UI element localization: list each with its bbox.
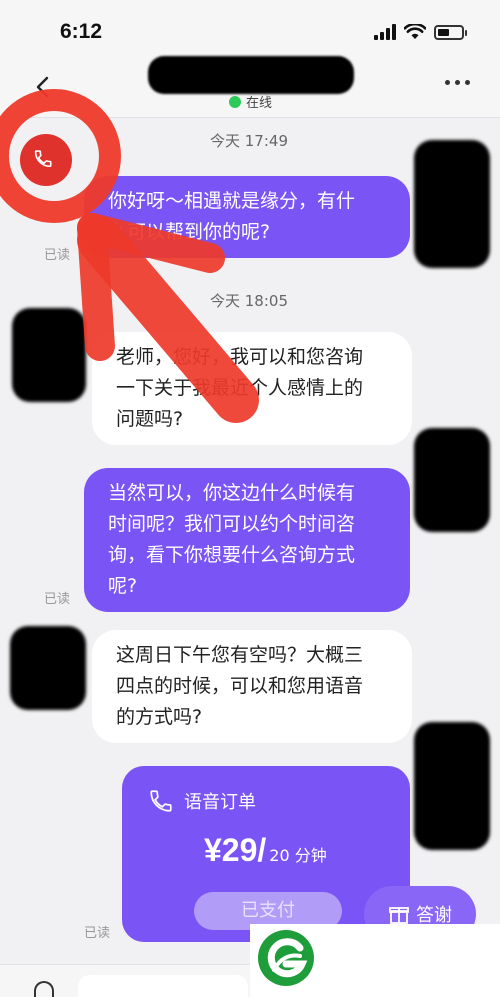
message-line: 问题吗? (116, 408, 184, 430)
online-status: 在线 (229, 92, 272, 111)
chat-header: 在线 (0, 56, 500, 118)
order-title: 语音订单 (184, 792, 256, 813)
message-line: 老师，您好，我可以和您咨询 (116, 346, 364, 368)
order-price: ¥29/ 20 分钟 (204, 832, 327, 869)
wifi-icon (404, 24, 426, 39)
message-line: 这周日下午您有空吗？大概三 (116, 644, 364, 666)
message-line: 呢? (108, 575, 138, 597)
status-icons (374, 24, 467, 40)
message-line: 么可以帮到你的呢? (108, 221, 271, 243)
more-dots-icon[interactable] (445, 80, 470, 85)
watermark (250, 924, 500, 997)
online-status-text: 在线 (246, 96, 273, 111)
battery-icon (434, 24, 467, 40)
mic-icon[interactable] (34, 981, 54, 997)
message-line: 四点的时候，可以和您用语音 (116, 675, 364, 697)
read-receipt: 已读 (84, 926, 111, 941)
price-amount: ¥29/ (204, 832, 267, 868)
message-input[interactable] (78, 975, 248, 997)
back-arrow-icon[interactable] (30, 74, 56, 100)
price-unit: 20 分钟 (269, 846, 327, 865)
message-line: 询，看下你想要什么咨询方式 (108, 544, 356, 566)
order-header: 语音订单 (148, 788, 256, 814)
message-line: 你好呀～相遇就是缘分，有什 (108, 190, 356, 212)
message-line: 当然可以，你这边什么时候有 (108, 482, 356, 504)
message-line: 时间呢？我们可以约个时间咨 (108, 513, 356, 535)
message-bubble-outgoing[interactable]: 当然可以，你这边什么时候有 时间呢？我们可以约个时间咨 询，看下你想要什么咨询方… (84, 468, 410, 612)
message-line: 的方式吗? (116, 706, 203, 728)
online-dot-icon (229, 95, 241, 108)
read-receipt: 已读 (44, 248, 71, 263)
message-line: 一下关于我最近个人感情上的 (116, 377, 364, 399)
logo-icon (258, 930, 314, 986)
status-time: 6:12 (60, 20, 103, 43)
status-bar: 6:12 (0, 0, 500, 64)
message-bubble-incoming[interactable]: 这周日下午您有空吗？大概三 四点的时候，可以和您用语音 的方式吗? (92, 630, 412, 743)
read-receipt: 已读 (44, 592, 71, 607)
timestamp: 今天 17:49 (210, 132, 288, 150)
my-avatar-redacted (414, 428, 490, 532)
my-avatar-redacted (414, 140, 490, 268)
phone-icon (150, 790, 172, 812)
contact-name-redacted (148, 56, 354, 94)
chat-area[interactable]: 今天 17:49 你好呀～相遇就是缘分，有什 么可以帮到你的呢? 已读 今天 1… (0, 118, 500, 964)
gift-icon (389, 907, 409, 924)
my-avatar-redacted (414, 722, 490, 850)
message-bubble-outgoing[interactable]: 你好呀～相遇就是缘分，有什 么可以帮到你的呢? (84, 176, 410, 258)
signal-icon (374, 24, 396, 40)
message-bubble-incoming[interactable]: 老师，您好，我可以和您咨询 一下关于我最近个人感情上的 问题吗? (92, 332, 412, 445)
contact-avatar-redacted (12, 308, 86, 402)
contact-avatar-redacted (10, 626, 86, 710)
timestamp: 今天 18:05 (210, 292, 288, 310)
